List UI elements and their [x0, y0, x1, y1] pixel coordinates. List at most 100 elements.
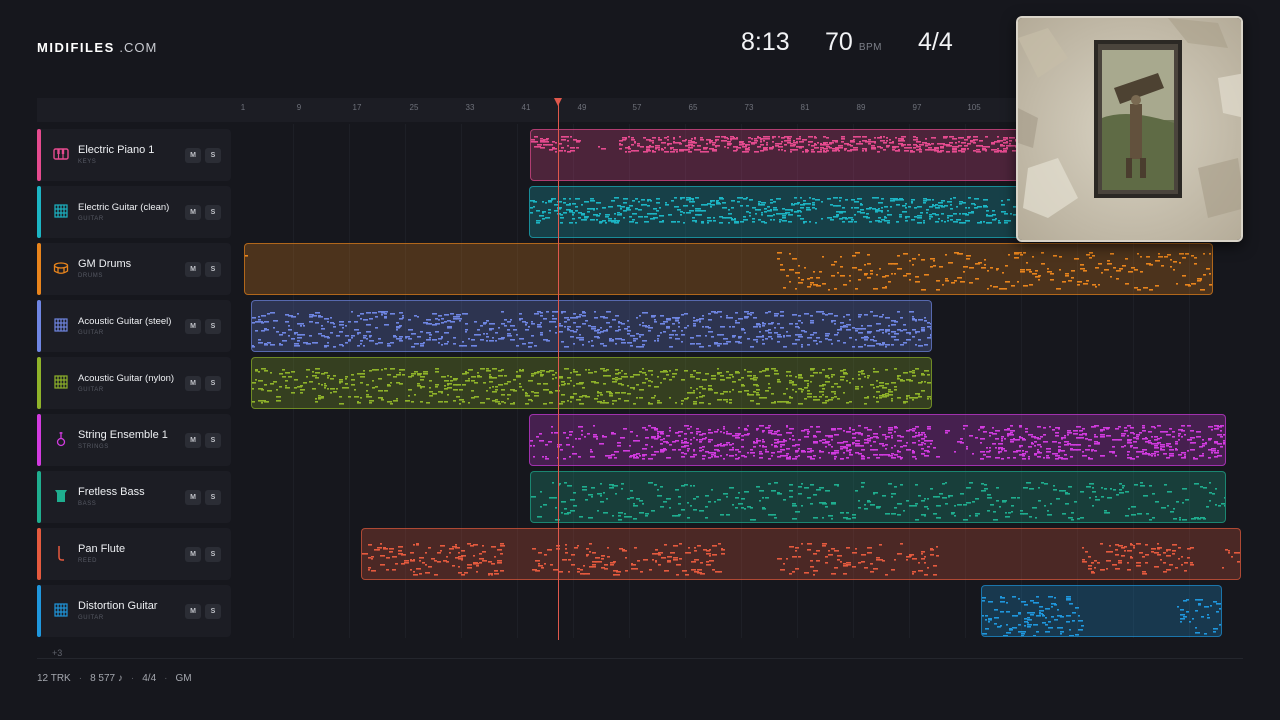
- midi-note: [634, 568, 638, 570]
- midi-note: [911, 202, 913, 204]
- midi-note: [576, 374, 581, 376]
- mute-button[interactable]: M: [185, 376, 201, 391]
- track-header-gm-drums[interactable]: GM Drums DRUMS M S: [37, 243, 231, 295]
- midi-clip-acoustic-guitar-nylon[interactable]: [251, 357, 932, 409]
- site-logo[interactable]: MIDIFILES .COM: [37, 40, 157, 55]
- solo-button[interactable]: S: [205, 205, 221, 220]
- solo-button[interactable]: S: [205, 433, 221, 448]
- midi-note: [366, 312, 369, 314]
- mute-button[interactable]: M: [185, 148, 201, 163]
- mute-button[interactable]: M: [185, 490, 201, 505]
- midi-note: [873, 441, 876, 443]
- midi-note: [888, 281, 891, 283]
- mute-button[interactable]: M: [185, 433, 201, 448]
- midi-note: [1195, 610, 1198, 612]
- midi-note: [777, 341, 780, 343]
- midi-note: [852, 378, 854, 380]
- midi-note: [1017, 281, 1019, 283]
- track-header-electric-guitar-clean[interactable]: Electric Guitar (clean) GUITAR M S: [37, 186, 231, 238]
- ruler-tick: 17: [352, 103, 362, 112]
- solo-button[interactable]: S: [205, 262, 221, 277]
- midi-note: [936, 280, 940, 282]
- midi-note: [966, 258, 970, 260]
- playhead-handle[interactable]: [554, 98, 562, 106]
- midi-note: [795, 511, 800, 513]
- midi-note: [900, 543, 903, 545]
- solo-button[interactable]: S: [205, 148, 221, 163]
- midi-note: [1146, 256, 1150, 258]
- midi-note: [903, 445, 907, 447]
- mute-button[interactable]: M: [185, 604, 201, 619]
- midi-note: [861, 449, 864, 451]
- midi-clip-electric-piano[interactable]: [530, 129, 1030, 181]
- midi-clip-distortion-guitar[interactable]: [981, 585, 1222, 637]
- track-header-fretless-bass[interactable]: Fretless Bass BASS M S: [37, 471, 231, 523]
- mute-button[interactable]: M: [185, 319, 201, 334]
- midi-note: [908, 206, 911, 208]
- track-header-acoustic-guitar-nylon[interactable]: Acoustic Guitar (nylon) GUITAR M S: [37, 357, 231, 409]
- midi-note: [833, 197, 838, 199]
- midi-note: [902, 211, 907, 213]
- midi-note: [655, 549, 658, 551]
- mute-button[interactable]: M: [185, 262, 201, 277]
- midi-note: [552, 497, 557, 499]
- midi-note: [786, 331, 788, 333]
- more-tracks-indicator[interactable]: +3: [52, 648, 62, 658]
- track-color-bar: [37, 243, 41, 295]
- track-header-acoustic-guitar-steel[interactable]: Acoustic Guitar (steel) GUITAR M S: [37, 300, 231, 352]
- midi-note: [984, 259, 986, 261]
- midi-note: [813, 455, 816, 457]
- track-header-distortion-guitar[interactable]: Distortion Guitar GUITAR M S: [37, 585, 231, 637]
- midi-note: [632, 200, 635, 202]
- track-header-pan-flute[interactable]: Pan Flute REED M S: [37, 528, 231, 580]
- solo-button[interactable]: S: [205, 490, 221, 505]
- midi-note: [694, 547, 696, 549]
- midi-note: [609, 392, 612, 394]
- midi-note: [1071, 519, 1074, 521]
- midi-note: [927, 382, 931, 384]
- midi-clip-string-ensemble[interactable]: [529, 414, 1226, 466]
- midi-note: [471, 339, 475, 341]
- solo-button[interactable]: S: [205, 376, 221, 391]
- midi-note: [1027, 626, 1031, 628]
- midi-note: [798, 282, 803, 284]
- midi-note: [669, 370, 671, 372]
- midi-clip-electric-guitar-clean[interactable]: [529, 186, 1029, 238]
- midi-note: [723, 338, 728, 340]
- mute-button[interactable]: M: [185, 547, 201, 562]
- solo-button[interactable]: S: [205, 319, 221, 334]
- mute-button[interactable]: M: [185, 205, 201, 220]
- midi-clip-fretless-bass[interactable]: [530, 471, 1226, 523]
- midi-note: [795, 444, 800, 446]
- midi-clip-gm-drums[interactable]: [244, 243, 1213, 295]
- midi-note: [351, 379, 355, 381]
- midi-note: [918, 562, 920, 564]
- midi-note: [576, 140, 581, 142]
- midi-note: [745, 149, 750, 151]
- midi-note: [766, 142, 768, 144]
- midi-note: [624, 516, 627, 518]
- midi-note: [663, 501, 667, 503]
- midi-note: [683, 222, 685, 224]
- solo-button[interactable]: S: [205, 547, 221, 562]
- midi-clip-acoustic-guitar-steel[interactable]: [251, 300, 932, 352]
- track-header-electric-piano[interactable]: Electric Piano 1 KEYS M S: [37, 129, 231, 181]
- track-header-string-ensemble[interactable]: String Ensemble 1 STRINGS M S: [37, 414, 231, 466]
- playhead[interactable]: [558, 104, 559, 640]
- midi-note: [590, 219, 595, 221]
- solo-button[interactable]: S: [205, 604, 221, 619]
- midi-note: [945, 254, 947, 256]
- midi-note: [747, 371, 752, 373]
- midi-note: [873, 396, 875, 398]
- midi-note: [540, 372, 542, 374]
- midi-note: [975, 498, 979, 500]
- midi-note: [628, 146, 630, 148]
- midi-note: [1043, 434, 1046, 436]
- midi-note: [834, 567, 838, 569]
- midi-note: [1199, 455, 1204, 457]
- midi-note: [1082, 433, 1084, 435]
- midi-note: [756, 341, 758, 343]
- midi-note: [864, 376, 866, 378]
- midi-clip-pan-flute[interactable]: [361, 528, 1241, 580]
- midi-note: [779, 221, 781, 223]
